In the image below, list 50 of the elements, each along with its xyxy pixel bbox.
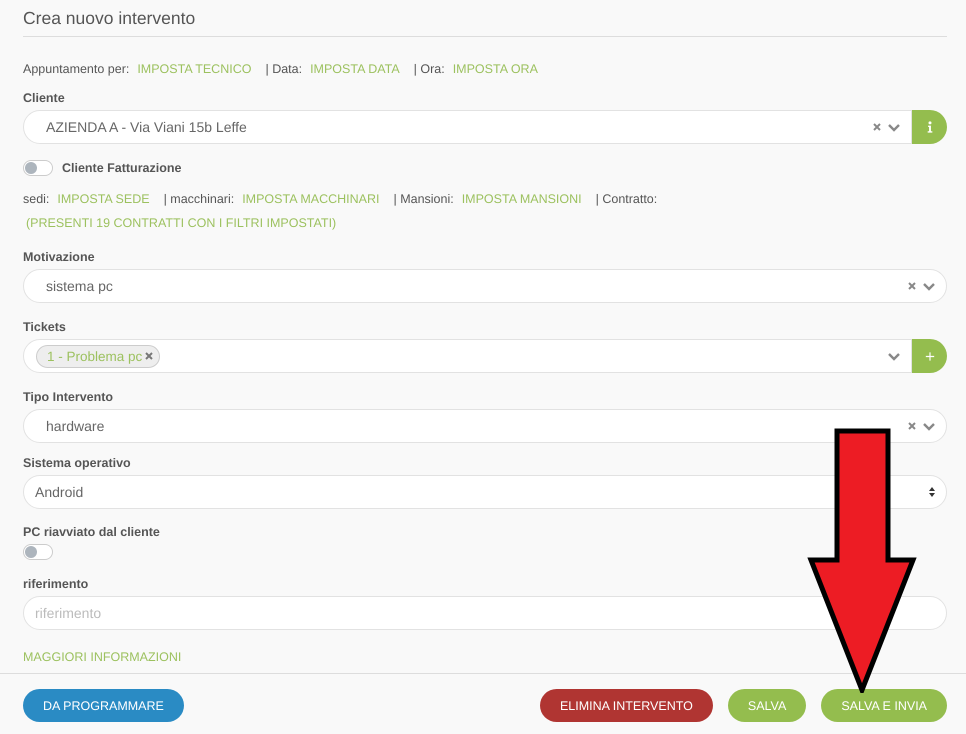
field-label: | macchinari: [164, 192, 234, 206]
info-icon [924, 120, 934, 134]
field-label: | Mansioni: [393, 192, 454, 206]
field-label: Appuntamento per: [23, 62, 130, 76]
field-label: Motivazione [23, 250, 95, 264]
select-field[interactable]: hardware [23, 409, 947, 443]
form-title: Crea nuovo intervento [23, 7, 196, 30]
field-label: Tickets [23, 320, 66, 334]
clear-icon[interactable] [907, 281, 917, 291]
action-button[interactable]: SALVA [728, 689, 806, 722]
set-link[interactable]: IMPOSTA TECNICO [137, 62, 252, 76]
remove-icon[interactable] [144, 351, 154, 361]
chevron-down-icon[interactable] [887, 122, 901, 132]
more-info-link[interactable]: MAGGIORI INFORMAZIONI [23, 650, 182, 664]
set-link[interactable]: IMPOSTA DATA [310, 62, 400, 76]
chevron-down-icon[interactable] [887, 351, 901, 361]
field-label: | Contratto: [596, 192, 658, 206]
field-label: Tipo Intervento [23, 390, 114, 404]
toggle-switch[interactable] [23, 544, 53, 560]
chevron-down-icon[interactable] [922, 281, 936, 291]
chevron-down-icon[interactable] [922, 421, 936, 431]
info-button[interactable] [912, 110, 947, 144]
select-field[interactable]: Android [23, 475, 947, 509]
action-button[interactable]: ELIMINA INTERVENTO [540, 689, 713, 722]
toggle-label: Cliente Fatturazione [62, 161, 182, 175]
field-label: | Data: [265, 62, 302, 76]
clear-icon[interactable] [907, 421, 917, 431]
field-label: sedi: [23, 192, 50, 206]
action-button[interactable]: SALVA E INVIA [821, 689, 947, 722]
contracts-link[interactable]: (PRESENTI 19 CONTRATTI CON I FILTRI IMPOSTATI) [26, 216, 336, 230]
set-link[interactable]: IMPOSTA SEDE [57, 192, 150, 206]
select-field[interactable]: AZIENDA A - Via Viani 15b Leffe [23, 110, 912, 144]
plus-icon [924, 350, 934, 362]
set-link[interactable]: IMPOSTA MACCHINARI [242, 192, 380, 206]
set-link[interactable]: IMPOSTA ORA [452, 62, 538, 76]
text-field[interactable]: riferimento [23, 596, 947, 630]
clear-icon[interactable] [872, 122, 882, 132]
field-label: | Ora: [414, 62, 445, 76]
field-label: PC riavviato dal cliente [23, 525, 160, 539]
field-label: Cliente [23, 91, 65, 105]
select-field[interactable]: sistema pc [23, 269, 947, 303]
tag-label: 1 - Problema pc [47, 348, 142, 364]
set-link[interactable]: IMPOSTA MANSIONI [462, 192, 582, 206]
sort-arrows-icon [928, 486, 936, 498]
action-button[interactable]: DA PROGRAMMARE [23, 689, 184, 722]
add-button[interactable] [912, 339, 947, 373]
field-label: Sistema operativo [23, 456, 131, 470]
toggle-switch[interactable] [23, 160, 53, 176]
field-label: riferimento [23, 577, 88, 591]
select-field[interactable]: 1 - Problema pc [23, 339, 912, 373]
